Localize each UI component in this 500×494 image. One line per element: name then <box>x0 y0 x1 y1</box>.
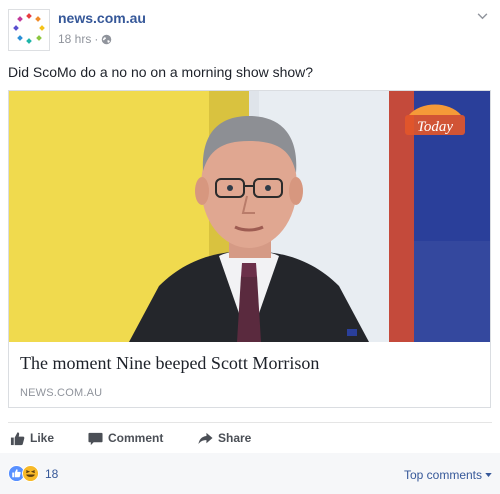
page-avatar[interactable] <box>8 9 50 51</box>
news-logo-icon <box>13 13 45 44</box>
action-bar: Like Comment Share <box>8 424 492 452</box>
actions-divider-top <box>8 422 492 423</box>
page-name-link[interactable]: news.com.au <box>58 10 146 26</box>
chevron-down-icon <box>477 12 487 19</box>
meta-separator: · <box>94 32 99 46</box>
link-preview-image[interactable]: Today <box>9 91 490 342</box>
top-comments-label: Top comments <box>403 468 482 482</box>
like-label: Like <box>30 431 55 445</box>
facebook-post: news.com.au 18 hrs · Did ScoMo do a no n… <box>0 0 500 494</box>
reactions-footer: 18 Top comments <box>0 453 500 494</box>
top-comments-dropdown[interactable]: Top comments <box>404 468 492 482</box>
post-message: Did ScoMo do a no no on a morning show s… <box>8 64 314 80</box>
post-header: news.com.au 18 hrs · <box>8 8 492 52</box>
post-timestamp[interactable]: 18 hrs <box>58 32 91 46</box>
link-title[interactable]: The moment Nine beeped Scott Morrison <box>20 353 319 374</box>
post-meta: 18 hrs · <box>58 32 112 46</box>
like-button[interactable]: Like <box>10 424 54 452</box>
share-icon <box>198 432 213 444</box>
globe-icon[interactable] <box>101 34 112 45</box>
share-label: Share <box>218 431 252 445</box>
share-button[interactable]: Share <box>198 424 251 452</box>
link-preview-card[interactable]: Today The moment Nine beeped Scott Morri… <box>8 90 491 408</box>
haha-icon <box>22 465 39 482</box>
reaction-count[interactable]: 18 <box>45 467 58 481</box>
comment-label: Comment <box>108 431 164 445</box>
post-options-button[interactable] <box>472 8 492 24</box>
reactions-summary[interactable]: 18 <box>8 465 58 482</box>
comment-icon <box>88 432 103 445</box>
thumbs-up-icon <box>10 431 25 445</box>
today-logo: Today <box>417 119 453 135</box>
comment-button[interactable]: Comment <box>88 424 163 452</box>
link-domain: NEWS.COM.AU <box>20 387 103 399</box>
caret-down-icon <box>485 473 492 477</box>
